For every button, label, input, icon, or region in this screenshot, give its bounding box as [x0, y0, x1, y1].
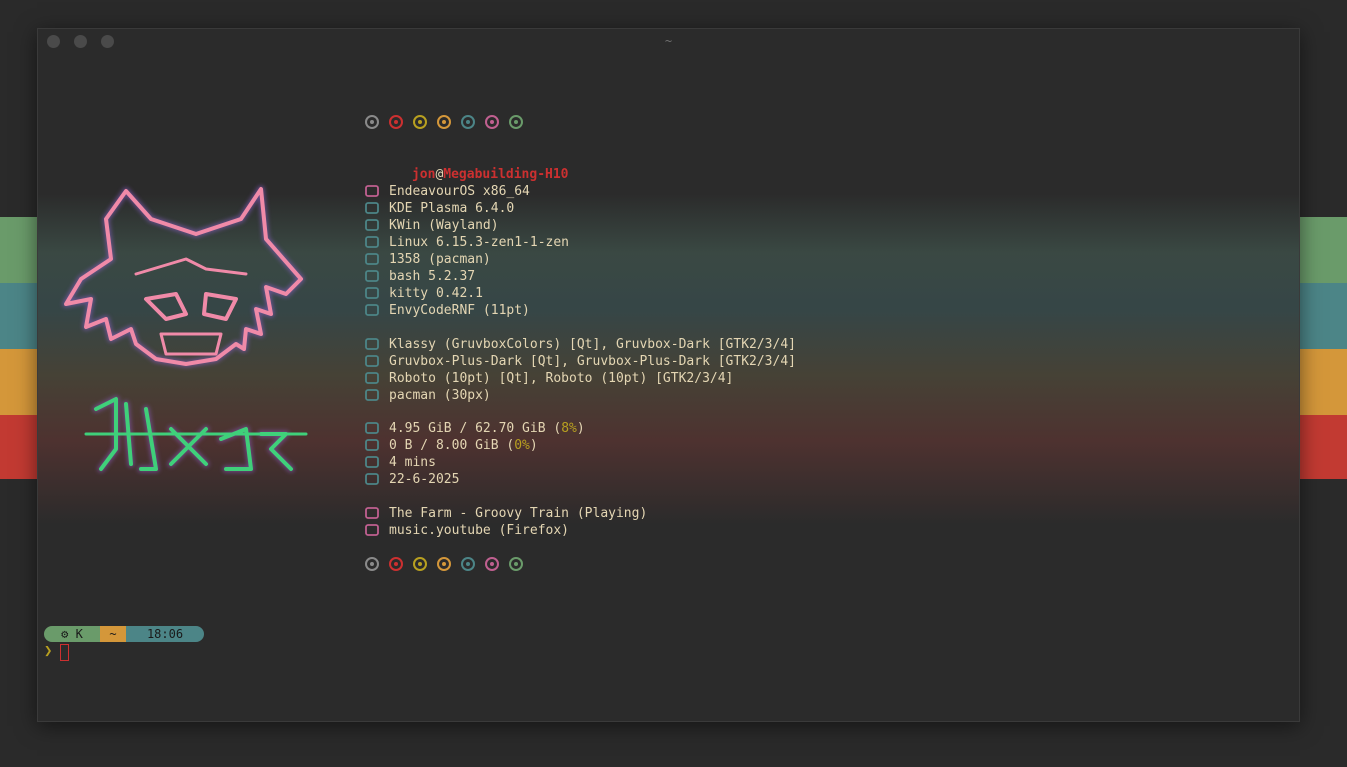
info-value: KWin (Wayland) — [389, 218, 499, 233]
endeavouros-icon — [365, 184, 379, 198]
prompt-dir-segment: ~ — [100, 626, 126, 642]
color-dot-top-6 — [509, 115, 523, 129]
color-dot-bottom-4 — [461, 557, 475, 571]
color-dot-top-3 — [437, 115, 451, 129]
terminal-icon — [365, 286, 379, 300]
info-value: EnvyCodeRNF (11pt) — [389, 303, 530, 318]
memory-icon — [365, 421, 379, 435]
info-value: KDE Plasma 6.4.0 — [389, 201, 515, 216]
info-value: Linux 6.15.3-zen1-1-zen — [389, 235, 570, 250]
percent-value: 0% — [514, 438, 530, 453]
paint-icon — [365, 337, 379, 351]
info-value: The Farm - Groovy Train (Playing) — [389, 506, 648, 521]
music-icon — [365, 506, 379, 520]
info-value: pacman (30px) — [389, 388, 491, 403]
font-icon — [365, 303, 379, 317]
window-icon — [365, 218, 379, 232]
username: jon — [411, 167, 436, 182]
clock-icon — [365, 455, 379, 469]
info-value: 4.95 GiB / 62.70 GiB (8%) — [389, 421, 585, 436]
color-dot-top-0 — [365, 115, 379, 129]
moxes-logo — [62, 185, 308, 473]
gear-icon — [365, 235, 379, 249]
percent-value: 8% — [561, 421, 577, 436]
info-value: bash 5.2.37 — [389, 269, 476, 284]
info-value: music.youtube (Firefox) — [389, 523, 570, 538]
titlebar[interactable]: ~ — [38, 29, 1299, 55]
color-dot-bottom-5 — [485, 557, 499, 571]
info-value: Roboto (10pt) [Qt], Roboto (10pt) [GTK2/… — [389, 371, 734, 386]
player-icon — [365, 523, 379, 537]
hostname: Megabuilding-H10 — [443, 167, 569, 182]
font-size-icon — [365, 371, 379, 385]
shell-icon — [365, 269, 379, 283]
user-host: jon@Megabuilding-H10 — [365, 149, 569, 182]
prompt-caret: ❯ — [44, 643, 53, 659]
color-dot-top-2 — [413, 115, 427, 129]
package-icon — [365, 252, 379, 266]
color-dot-bottom-0 — [365, 557, 379, 571]
text-cursor[interactable] — [60, 644, 69, 661]
color-dot-top-4 — [461, 115, 475, 129]
color-dot-top-1 — [389, 115, 403, 129]
prompt-os-segment: ⚙ K — [44, 626, 100, 642]
info-value: 0 B / 8.00 GiB (0%) — [389, 438, 538, 453]
color-dot-bottom-6 — [509, 557, 523, 571]
info-value: kitty 0.42.1 — [389, 286, 483, 301]
color-dot-bottom-3 — [437, 557, 451, 571]
color-dot-top-5 — [485, 115, 499, 129]
info-value: 1358 (pacman) — [389, 252, 491, 267]
kde-icon — [365, 201, 379, 215]
color-dot-bottom-2 — [413, 557, 427, 571]
info-value: EndeavourOS x86_64 — [389, 184, 530, 199]
window-title: ~ — [664, 34, 673, 48]
prompt-time-segment: 18:06 — [126, 626, 204, 642]
info-value: Klassy (GruvboxColors) [Qt], Gruvbox-Dar… — [389, 337, 796, 352]
info-value: Gruvbox-Plus-Dark [Qt], Gruvbox-Plus-Dar… — [389, 354, 796, 369]
calendar-icon — [365, 472, 379, 486]
info-value: 4 mins — [389, 455, 436, 470]
swap-icon — [365, 438, 379, 452]
info-value: 22-6-2025 — [389, 472, 460, 487]
terminal-window[interactable]: ~ jon@Megabuilding-H10 EndeavourOS x86_6… — [37, 28, 1300, 722]
color-dot-bottom-1 — [389, 557, 403, 571]
cursor-icon — [365, 388, 379, 402]
icons-icon — [365, 354, 379, 368]
